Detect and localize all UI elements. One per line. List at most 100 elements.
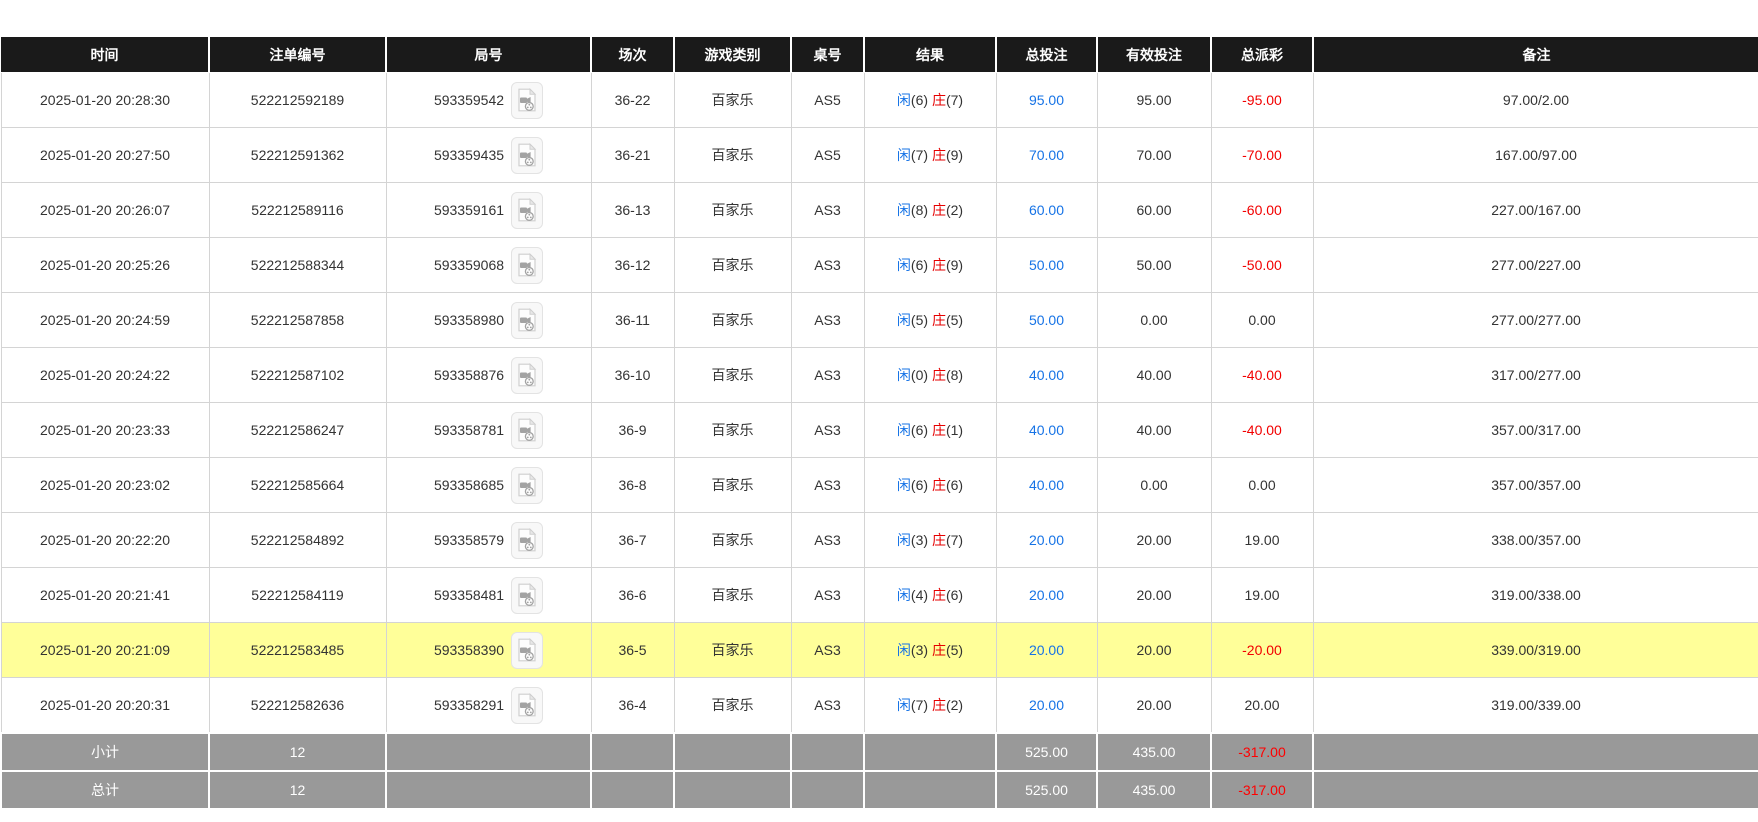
table-row[interactable]: 2025-01-20 20:23:02 522212585664 593358685… xyxy=(0,457,1758,513)
bet-id-cell: 522212588344 xyxy=(208,237,387,293)
round-number: 593358291 xyxy=(433,697,505,713)
result-text: 闲(5) 庄(5) xyxy=(897,312,963,328)
round-wrap: 593358291 xyxy=(433,686,544,724)
round-number: 593358980 xyxy=(433,312,505,328)
table-no-cell: AS3 xyxy=(790,567,865,623)
result-text: 闲(3) 庄(5) xyxy=(897,642,963,658)
subtotal-row: 小计 12 525.00 435.00 -317.00 xyxy=(0,732,1758,772)
video-replay-button[interactable] xyxy=(511,631,544,669)
round-wrap: 593359435 xyxy=(433,136,544,174)
video-replay-button[interactable] xyxy=(511,191,544,229)
valid-bet-cell: 0.00 xyxy=(1096,292,1212,348)
table-no-cell: AS5 xyxy=(790,127,865,183)
table-row[interactable]: 2025-01-20 20:21:09 522212583485 593358390… xyxy=(0,622,1758,678)
round-number: 593358481 xyxy=(433,587,505,603)
video-replay-button[interactable] xyxy=(511,521,544,559)
result-cell: 闲(3) 庄(5) xyxy=(863,622,997,678)
table-row[interactable]: 2025-01-20 20:23:33 522212586247 593358781… xyxy=(0,402,1758,458)
session-cell: 36-7 xyxy=(590,512,675,568)
table-row[interactable]: 2025-01-20 20:21:41 522212584119 593358481… xyxy=(0,567,1758,623)
col-header-result: 结果 xyxy=(864,37,997,73)
result-text: 闲(6) 庄(1) xyxy=(897,422,963,438)
result-cell: 闲(6) 庄(9) xyxy=(863,237,997,293)
video-replay-icon xyxy=(518,88,537,112)
video-replay-button[interactable] xyxy=(511,356,544,394)
summary-round-cell xyxy=(385,732,592,772)
bet-id-cell: 522212582636 xyxy=(208,677,387,734)
time-cell: 2025-01-20 20:25:26 xyxy=(0,237,210,293)
result-cell: 闲(5) 庄(5) xyxy=(863,292,997,348)
round-cell: 593358291 xyxy=(385,677,592,734)
result-cell: 闲(7) 庄(9) xyxy=(863,127,997,183)
total-bet-cell: 50.00 xyxy=(995,292,1098,348)
total-bet-cell: 70.00 xyxy=(995,127,1098,183)
round-number: 593359435 xyxy=(433,147,505,163)
round-cell: 593359161 xyxy=(385,182,592,238)
round-number: 593359161 xyxy=(433,202,505,218)
bet-id-cell: 522212586247 xyxy=(208,402,387,458)
player-label: 闲 xyxy=(896,477,911,493)
table-row[interactable]: 2025-01-20 20:27:50 522212591362 593359435… xyxy=(0,127,1758,183)
payout-cell: -20.00 xyxy=(1210,622,1314,678)
table-row[interactable]: 2025-01-20 20:26:07 522212589116 593359161… xyxy=(0,182,1758,238)
table-no-cell: AS3 xyxy=(790,457,865,513)
banker-label: 庄 xyxy=(931,642,946,658)
video-replay-icon xyxy=(518,693,537,717)
banker-score: (5) xyxy=(945,642,964,658)
banker-label: 庄 xyxy=(931,477,946,493)
player-score: (3) xyxy=(910,642,929,658)
result-cell: 闲(6) 庄(7) xyxy=(863,72,997,128)
summary-label-cell: 小计 xyxy=(0,732,210,772)
table-no-cell: AS3 xyxy=(790,347,865,403)
payout-cell: -95.00 xyxy=(1210,72,1314,128)
table-row[interactable]: 2025-01-20 20:28:30 522212592189 593359542… xyxy=(0,72,1758,128)
video-replay-button[interactable] xyxy=(511,246,544,284)
player-label: 闲 xyxy=(896,147,911,163)
remark-cell: 277.00/277.00 xyxy=(1312,292,1758,348)
col-header-bet-id: 注单编号 xyxy=(209,37,387,73)
video-replay-button[interactable] xyxy=(511,136,544,174)
round-wrap: 593358579 xyxy=(434,521,544,559)
video-replay-button[interactable] xyxy=(511,576,544,614)
payout-cell: -40.00 xyxy=(1210,402,1314,458)
video-replay-button[interactable] xyxy=(511,411,544,449)
summary-round-cell xyxy=(385,770,592,810)
video-replay-button[interactable] xyxy=(511,466,544,504)
payout-cell: -50.00 xyxy=(1210,237,1314,293)
banker-score: (5) xyxy=(945,312,964,328)
header-row: 时间 注单编号 局号 场次 游戏类别 桌号 结果 总投注 有效投注 总派彩 备注 xyxy=(1,37,1758,73)
summary-table-no-cell xyxy=(790,770,865,810)
result-text: 闲(6) 庄(6) xyxy=(897,477,963,493)
summary-label-cell: 总计 xyxy=(0,770,210,810)
table-row[interactable]: 2025-01-20 20:20:31 522212582636 593358291… xyxy=(0,677,1758,734)
table-row[interactable]: 2025-01-20 20:25:26 522212588344 593359068… xyxy=(0,237,1758,293)
banker-label: 庄 xyxy=(931,587,946,603)
summary-valid-bet-cell: 435.00 xyxy=(1096,770,1212,810)
result-cell: 闲(4) 庄(6) xyxy=(863,567,997,623)
round-wrap: 593358685 xyxy=(434,466,544,504)
table-row[interactable]: 2025-01-20 20:24:59 522212587858 593358980… xyxy=(0,292,1758,348)
video-replay-button[interactable] xyxy=(511,81,544,119)
session-cell: 36-21 xyxy=(590,127,675,183)
player-score: (8) xyxy=(910,202,929,218)
video-replay-icon xyxy=(518,143,537,167)
session-cell: 36-8 xyxy=(590,457,675,513)
video-replay-button[interactable] xyxy=(511,301,544,339)
table-row[interactable]: 2025-01-20 20:24:22 522212587102 593358876… xyxy=(0,347,1758,403)
time-cell: 2025-01-20 20:28:30 xyxy=(0,72,210,128)
total-bet-cell: 20.00 xyxy=(995,567,1098,623)
valid-bet-cell: 70.00 xyxy=(1096,127,1212,183)
player-label: 闲 xyxy=(896,312,911,328)
valid-bet-cell: 20.00 xyxy=(1096,677,1212,734)
payout-cell: -60.00 xyxy=(1210,182,1314,238)
bet-records-table: 时间 注单编号 局号 场次 游戏类别 桌号 结果 总投注 有效投注 总派彩 备注 2025-01-2… xyxy=(0,37,1758,810)
banker-score: (6) xyxy=(945,477,964,493)
remark-cell: 339.00/319.00 xyxy=(1312,622,1758,678)
valid-bet-cell: 95.00 xyxy=(1096,72,1212,128)
video-replay-button[interactable] xyxy=(511,686,544,724)
payout-cell: 20.00 xyxy=(1210,677,1314,734)
total-bet-cell: 40.00 xyxy=(995,457,1098,513)
table-row[interactable]: 2025-01-20 20:22:20 522212584892 593358579… xyxy=(0,512,1758,568)
table-no-cell: AS3 xyxy=(790,622,865,678)
payout-cell: -40.00 xyxy=(1210,347,1314,403)
